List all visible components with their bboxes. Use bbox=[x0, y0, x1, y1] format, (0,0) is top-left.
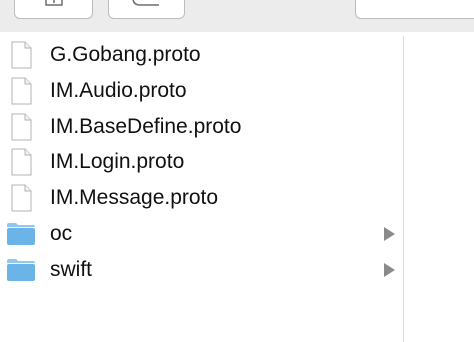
search-field[interactable] bbox=[355, 0, 474, 19]
tag-icon bbox=[132, 0, 159, 6]
item-name: G.Gobang.proto bbox=[50, 43, 201, 66]
file-row[interactable]: IM.Message.proto bbox=[0, 180, 404, 216]
item-name: IM.Login.proto bbox=[50, 150, 185, 173]
file-row[interactable]: G.Gobang.proto bbox=[0, 37, 404, 73]
tag-button[interactable] bbox=[108, 0, 185, 19]
item-name: IM.Message.proto bbox=[50, 186, 219, 209]
item-name: oc bbox=[50, 222, 73, 245]
file-row[interactable]: IM.Login.proto bbox=[0, 144, 404, 180]
finder-window: G.Gobang.proto IM.Audio.proto IM.BaseDefin… bbox=[0, 0, 474, 342]
document-icon bbox=[11, 148, 32, 176]
item-name: IM.BaseDefine.proto bbox=[50, 115, 242, 138]
document-icon bbox=[11, 77, 32, 105]
column-divider[interactable] bbox=[403, 36, 404, 342]
folder-row[interactable]: swift bbox=[0, 252, 404, 288]
document-icon bbox=[11, 113, 32, 141]
file-list: G.Gobang.proto IM.Audio.proto IM.BaseDefin… bbox=[0, 36, 404, 342]
item-name: swift bbox=[50, 258, 92, 281]
share-icon bbox=[45, 0, 63, 6]
folder-icon bbox=[7, 259, 35, 281]
folder-icon bbox=[7, 223, 35, 245]
document-icon bbox=[11, 41, 32, 69]
item-name: IM.Audio.proto bbox=[50, 79, 187, 102]
disclosure-arrow-icon[interactable] bbox=[384, 263, 395, 277]
folder-row[interactable]: oc bbox=[0, 216, 404, 252]
share-button[interactable] bbox=[14, 0, 93, 19]
file-row[interactable]: IM.BaseDefine.proto bbox=[0, 109, 404, 145]
document-icon bbox=[11, 184, 32, 212]
file-row[interactable]: IM.Audio.proto bbox=[0, 73, 404, 109]
toolbar bbox=[0, 0, 474, 32]
disclosure-arrow-icon[interactable] bbox=[384, 227, 395, 241]
